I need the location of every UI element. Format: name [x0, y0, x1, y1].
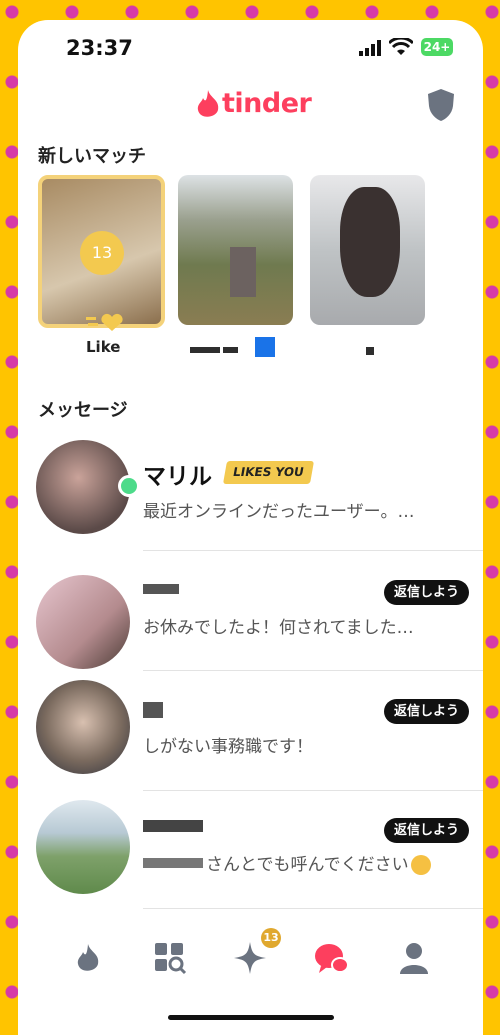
avatar[interactable] — [36, 800, 130, 894]
match-card[interactable] — [310, 175, 425, 325]
wifi-icon — [389, 38, 413, 55]
redacted-name — [223, 347, 238, 353]
spark-count-badge: 13 — [261, 928, 281, 948]
avatar[interactable] — [36, 680, 130, 774]
tab-home-flame-icon[interactable] — [70, 940, 106, 976]
tab-explore-icon[interactable] — [152, 940, 188, 976]
redacted-name — [143, 584, 179, 594]
match-card[interactable] — [178, 175, 293, 325]
reply-badge: 返信しよう — [384, 818, 470, 843]
redacted-text — [143, 858, 203, 868]
message-preview: お休みでしたよ！何されてました… — [143, 618, 414, 638]
likes-count: 13 — [80, 231, 124, 275]
battery-indicator: 24+ — [421, 38, 453, 56]
gold-heart-icon — [86, 313, 123, 331]
flame-icon — [197, 90, 219, 117]
message-preview: 最近オンラインだったユーザー。… — [143, 502, 415, 522]
avatar[interactable] — [36, 575, 130, 669]
divider — [143, 908, 483, 909]
blurred-person — [230, 247, 256, 297]
contact-name: マリル — [143, 464, 212, 490]
online-indicator — [118, 475, 140, 497]
likes-label: Like — [86, 338, 121, 356]
status-bar: 23:37 24+ — [18, 36, 483, 66]
message-preview: さんとでも呼んでください — [206, 850, 431, 875]
divider — [143, 790, 483, 791]
redacted-name — [190, 347, 220, 353]
hair-photo — [340, 187, 400, 297]
reply-badge: 返信しよう — [384, 699, 470, 724]
tab-bar — [18, 940, 483, 984]
reply-badge: 返信しよう — [384, 580, 470, 605]
likes-card[interactable]: 13 — [38, 175, 165, 328]
likes-you-badge: LIKES YOU — [222, 461, 314, 484]
redacted-name — [143, 820, 203, 832]
tab-gold-spark-icon[interactable] — [232, 940, 268, 976]
message-preview: しがない事務職です！ — [143, 737, 313, 757]
app-screen: 23:37 24+ tinder 新しいマッチ 13 Like メッセージ マリ… — [18, 20, 483, 1035]
redacted-name — [143, 702, 163, 718]
tinder-logo: tinder — [196, 88, 312, 122]
smile-emoji-icon — [410, 855, 431, 875]
new-matches-title: 新しいマッチ — [38, 146, 146, 167]
home-indicator — [168, 1015, 334, 1020]
verified-icon — [255, 337, 275, 357]
divider — [143, 550, 483, 551]
logo-text: tinder — [222, 88, 312, 119]
signal-icon — [359, 40, 381, 56]
avatar[interactable] — [36, 440, 130, 534]
shield-icon[interactable] — [426, 88, 456, 122]
messages-title: メッセージ — [38, 400, 128, 421]
divider — [143, 670, 483, 671]
tab-profile-icon[interactable] — [396, 940, 432, 976]
tab-chat-icon[interactable] — [313, 940, 349, 976]
status-time: 23:37 — [66, 36, 133, 60]
redacted-name — [366, 347, 374, 355]
